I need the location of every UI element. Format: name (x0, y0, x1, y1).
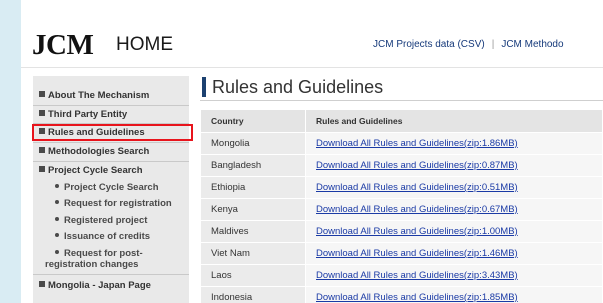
download-cell: Download All Rules and Guidelines(zip:1.… (305, 286, 603, 303)
sidebar: About The Mechanism Third Party Entity R… (33, 76, 189, 303)
sidebar-item-mongolia-japan-page[interactable]: Mongolia - Japan Page (33, 280, 189, 291)
download-link[interactable]: Download All Rules and Guidelines(zip:0.… (316, 160, 518, 171)
country-cell: Laos (200, 264, 306, 287)
table-row: Laos Download All Rules and Guidelines(zi… (200, 264, 603, 287)
download-link[interactable]: Download All Rules and Guidelines(zip:1.… (316, 226, 518, 237)
download-cell: Download All Rules and Guidelines(zip:0.… (305, 198, 603, 221)
subitem-label: Request for post- (64, 248, 143, 259)
download-cell: Download All Rules and Guidelines(zip:1.… (305, 242, 603, 265)
page-title: Rules and Guidelines (212, 77, 384, 97)
sidebar-subitem-project-cycle-search[interactable]: Project Cycle Search (55, 182, 159, 193)
bullet-icon (55, 200, 59, 204)
subitem-label: Registered project (64, 215, 148, 226)
country-cell: Indonesia (200, 286, 306, 303)
sidebar-divider (33, 161, 189, 162)
table-row: Maldives Download All Rules and Guideline… (200, 220, 603, 243)
square-bullet-icon (39, 281, 45, 287)
download-link[interactable]: Download All Rules and Guidelines(zip:1.… (316, 292, 518, 303)
bullet-icon (55, 250, 59, 254)
header-divider (21, 67, 603, 68)
highlight-box (32, 124, 193, 141)
sidebar-subitem-issuance-of-credits[interactable]: Issuance of credits (55, 231, 150, 242)
sidebar-item-methodologies-search[interactable]: Methodologies Search (33, 146, 189, 157)
sidebar-subitem-request-for-post-registration-changes[interactable]: Request for post-registration changes (45, 248, 143, 270)
sidebar-subitem-registered-project[interactable]: Registered project (55, 215, 147, 226)
sidebar-item-third-party-entity[interactable]: Third Party Entity (33, 109, 189, 120)
bullet-icon (55, 217, 59, 221)
subitem-label: Project Cycle Search (64, 182, 159, 193)
sidebar-divider (33, 274, 189, 275)
site-header: JCM HOME JCM Projects data (CSV) | JCM Met… (21, 0, 603, 68)
sidebar-divider (33, 105, 189, 106)
country-cell: Bangladesh (200, 154, 306, 177)
home-link[interactable]: HOME (116, 34, 173, 56)
country-cell: Ethiopia (200, 176, 306, 199)
projects-csv-link[interactable]: JCM Projects data (CSV) (373, 39, 485, 50)
square-bullet-icon (39, 147, 45, 153)
sidebar-item-label: Third Party Entity (48, 109, 128, 120)
bullet-icon (55, 233, 59, 237)
subitem-label-line2: registration changes (45, 259, 139, 270)
sidebar-item-label: Methodologies Search (48, 146, 150, 157)
sidebar-item-label: About The Mechanism (48, 90, 150, 101)
download-link[interactable]: Download All Rules and Guidelines(zip:3.… (316, 270, 518, 281)
download-cell: Download All Rules and Guidelines(zip:0.… (305, 154, 603, 177)
column-header-country: Country (200, 109, 306, 133)
download-cell: Download All Rules and Guidelines(zip:1.… (305, 132, 603, 155)
sidebar-item-about-the-mechanism[interactable]: About The Mechanism (33, 90, 189, 101)
page-title-bar: Rules and Guidelines (200, 74, 603, 101)
square-bullet-icon (39, 166, 45, 172)
page-frame: JCM HOME JCM Projects data (CSV) | JCM Met… (21, 0, 603, 303)
methodologies-link[interactable]: JCM Methodo (501, 39, 563, 50)
bullet-icon (55, 184, 59, 188)
table-row: Kenya Download All Rules and Guidelines(z… (200, 198, 603, 221)
square-bullet-icon (39, 91, 45, 97)
column-header-rules-and-guidelines: Rules and Guidelines (305, 109, 603, 133)
sidebar-subitem-request-for-registration[interactable]: Request for registration (55, 198, 172, 209)
subitem-label: Request for registration (64, 198, 172, 209)
jcm-logo[interactable]: JCM (32, 29, 94, 62)
title-accent-bar (202, 77, 206, 97)
table-header-row: Country Rules and Guidelines (200, 109, 603, 133)
rules-table: Country Rules and Guidelines Mongolia Dow… (200, 109, 603, 303)
country-cell: Kenya (200, 198, 306, 221)
download-cell: Download All Rules and Guidelines(zip:0.… (305, 176, 603, 199)
sidebar-item-label: Project Cycle Search (48, 165, 143, 176)
subitem-label: Issuance of credits (64, 231, 151, 242)
table-row: Indonesia Download All Rules and Guidelin… (200, 286, 603, 303)
header-link-separator: | (491, 39, 495, 50)
download-link[interactable]: Download All Rules and Guidelines(zip:0.… (316, 182, 518, 193)
sidebar-divider (33, 142, 189, 143)
country-cell: Mongolia (200, 132, 306, 155)
sidebar-item-project-cycle-search[interactable]: Project Cycle Search (33, 165, 189, 176)
download-cell: Download All Rules and Guidelines(zip:1.… (305, 220, 603, 243)
square-bullet-icon (39, 110, 45, 116)
download-link[interactable]: Download All Rules and Guidelines(zip:1.… (316, 138, 518, 149)
table-row: Ethiopia Download All Rules and Guideline… (200, 176, 603, 199)
sidebar-item-label: Mongolia - Japan Page (48, 280, 151, 291)
country-cell: Maldives (200, 220, 306, 243)
country-cell: Viet Nam (200, 242, 306, 265)
main-content: Rules and Guidelines Country Rules and G… (200, 74, 603, 303)
download-link[interactable]: Download All Rules and Guidelines(zip:1.… (316, 248, 518, 259)
header-links: JCM Projects data (CSV) | JCM Methodo (373, 39, 564, 50)
download-link[interactable]: Download All Rules and Guidelines(zip:0.… (316, 204, 518, 215)
table-row: Mongolia Download All Rules and Guideline… (200, 132, 603, 155)
download-cell: Download All Rules and Guidelines(zip:3.… (305, 264, 603, 287)
table-row: Bangladesh Download All Rules and Guideli… (200, 154, 603, 177)
table-row: Viet Nam Download All Rules and Guideline… (200, 242, 603, 265)
